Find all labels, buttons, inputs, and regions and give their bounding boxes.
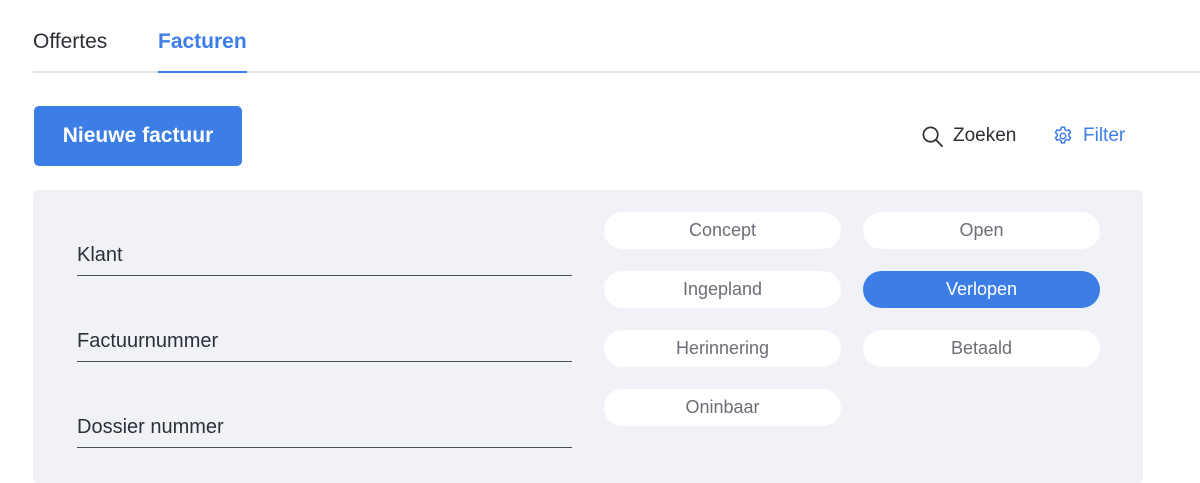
status-pill-betaald[interactable]: Betaald	[863, 330, 1100, 367]
search-icon	[922, 126, 943, 147]
new-invoice-button[interactable]: Nieuwe factuur	[34, 106, 242, 166]
filter-panel: Klant Factuurnummer Dossier nummer Conce…	[33, 190, 1143, 483]
customer-input[interactable]	[77, 232, 572, 275]
search-label: Zoeken	[953, 125, 1017, 146]
file-number-input[interactable]	[77, 404, 572, 447]
status-pill-verlopen[interactable]: Verlopen	[863, 271, 1100, 308]
invoice-number-input[interactable]	[77, 318, 572, 361]
status-pill-concept[interactable]: Concept	[604, 212, 841, 249]
tab-facturen[interactable]: Facturen	[158, 30, 247, 73]
filter-button[interactable]: Filter	[1052, 124, 1125, 148]
tab-bar: Offertes Facturen	[33, 0, 1200, 73]
customer-field[interactable]: Klant	[77, 232, 572, 276]
status-pill-open[interactable]: Open	[863, 212, 1100, 249]
status-pill-oninbaar[interactable]: Oninbaar	[604, 389, 841, 426]
invoice-number-field[interactable]: Factuurnummer	[77, 318, 572, 362]
tab-offertes[interactable]: Offertes	[33, 30, 107, 70]
gear-icon	[1054, 126, 1072, 144]
invoices-page: Offertes Facturen Nieuwe factuur Zoeken …	[0, 0, 1200, 483]
status-pill-ingepland[interactable]: Ingepland	[604, 271, 841, 308]
filter-label: Filter	[1083, 125, 1126, 146]
status-pill-herinnering[interactable]: Herinnering	[604, 330, 841, 367]
search-button[interactable]: Zoeken	[921, 124, 1016, 148]
file-number-field[interactable]: Dossier nummer	[77, 404, 572, 448]
